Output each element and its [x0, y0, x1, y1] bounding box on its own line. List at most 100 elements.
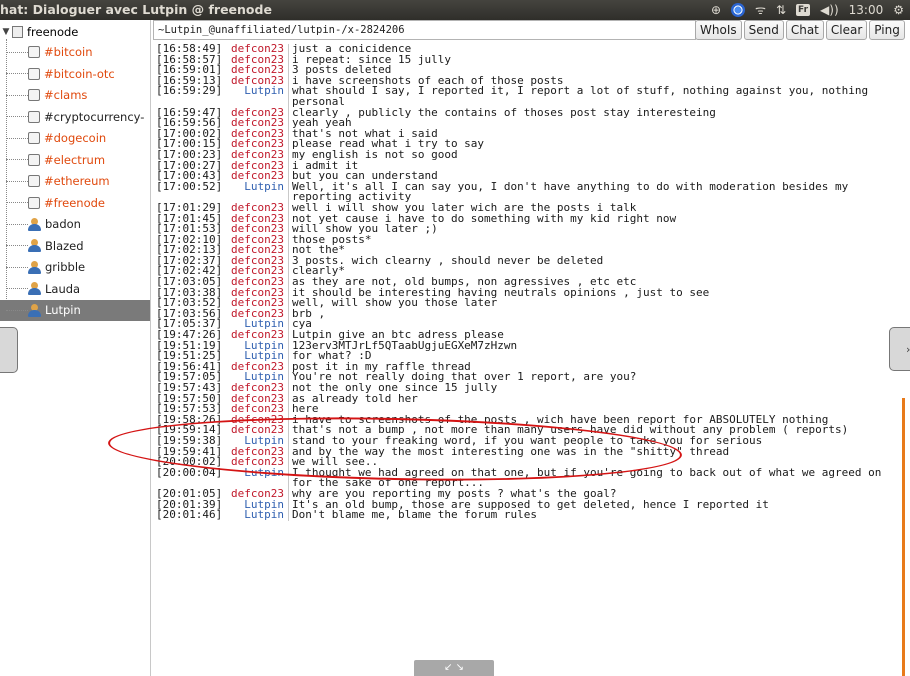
title-bar: hat: Dialoguer avec Lutpin @ freenode ⊕ … — [0, 0, 910, 20]
chat-row: [16:59:29] Lutpin what should I say, I rep… — [156, 84, 892, 108]
message-text: Well, it's all I can say you, I don't ha… — [292, 179, 849, 204]
sidebar-channel[interactable]: #electrum — [0, 149, 150, 170]
network-icon[interactable]: ⊕ — [711, 0, 721, 20]
sidebar-channel[interactable]: #clams — [0, 85, 150, 106]
sidebar-channel[interactable]: #ethereum — [0, 171, 150, 192]
message-text: I thought we had agreed on that one, but… — [292, 465, 882, 490]
channel-icon — [28, 196, 40, 209]
channel-icon — [28, 110, 40, 123]
ping-button[interactable]: Ping — [869, 20, 905, 40]
channel-icon — [28, 46, 40, 58]
tree-connector — [6, 288, 28, 289]
channel-label: #cryptocurrency- — [44, 109, 145, 124]
timestamp: [20:01:46] — [156, 508, 223, 522]
user-label: Lutpin — [45, 303, 81, 317]
topic-field[interactable]: ~Lutpin_@unaffiliated/lutpin-/x-2824206 — [153, 20, 696, 40]
tree-connector — [6, 73, 28, 74]
volume-icon[interactable]: ◀)) — [820, 0, 839, 20]
chrome-icon[interactable] — [731, 3, 745, 17]
channel-label: #ethereum — [44, 174, 110, 188]
sidebar-user[interactable]: Lutpin — [0, 299, 150, 321]
clock[interactable]: 13:00 — [849, 0, 884, 20]
tree-connector — [6, 202, 28, 203]
tree-connector — [6, 51, 28, 53]
nick[interactable]: Lutpin — [229, 181, 289, 203]
user-label: badon — [45, 217, 81, 231]
message-text: and by the way the most interesting one … — [292, 444, 730, 458]
gear-icon[interactable]: ⚙ — [893, 0, 904, 20]
channel-label: #electrum — [44, 152, 106, 167]
message-text: those posts* — [292, 232, 372, 246]
user-label: gribble — [45, 260, 86, 274]
channel-tree: ▼ freenode #bitcoin #bitcoin-otc #clams #cr… — [0, 20, 151, 676]
sidebar-user[interactable]: gribble — [0, 257, 150, 278]
nick[interactable]: Lutpin — [229, 85, 289, 108]
sidebar-user[interactable]: Blazed — [0, 235, 150, 256]
nick[interactable]: Lutpin — [229, 509, 289, 521]
channel-label: #freenode — [44, 195, 106, 210]
sidebar-channel[interactable]: #bitcoin-otc — [0, 63, 150, 84]
tree-connector — [6, 180, 28, 182]
message-text: my english is not so good — [292, 147, 458, 161]
message-text: will show you later ;) — [292, 222, 438, 236]
network-label: freenode — [27, 25, 79, 39]
user-icon — [28, 239, 42, 252]
channel-icon — [28, 175, 40, 187]
left-pane-handle[interactable] — [0, 327, 18, 373]
sidebar-channel[interactable]: #dogecoin — [0, 128, 150, 149]
bottom-overlay-bar[interactable]: ↙ ↘ — [414, 660, 494, 676]
sidebar-user[interactable]: badon — [0, 214, 150, 235]
scrollbar[interactable] — [902, 398, 905, 676]
wifi-icon[interactable]: ᯤ — [755, 0, 766, 20]
tree-connector — [6, 266, 28, 268]
sidebar-channel[interactable]: #cryptocurrency- — [0, 106, 150, 127]
chat-button[interactable]: Chat — [785, 20, 824, 40]
user-icon — [28, 282, 42, 295]
user-icon — [28, 260, 42, 274]
tree-connector — [6, 223, 28, 225]
message-text: 3 posts. wich clearny , should never be … — [292, 253, 604, 267]
chat-row: [17:00:52] Lutpin Well, it's all I can say… — [156, 179, 892, 204]
timestamp: [16:59:29] — [156, 84, 223, 98]
message-text: as already told her — [292, 391, 418, 405]
channel-icon — [28, 153, 40, 166]
expand-arrow-icon[interactable]: ▼ — [0, 27, 12, 37]
system-tray: ⊕ ᯤ ⇅ Fr ◀)) 13:00 ⚙ — [711, 0, 904, 20]
tree-connector — [6, 159, 28, 160]
user-icon — [28, 303, 42, 317]
right-pane-handle[interactable]: › — [889, 327, 910, 371]
channel-icon — [28, 67, 40, 80]
message-text: 123erv3MTJrLf5QTaabUgjuEGXeM7zHzwn — [292, 338, 518, 352]
sidebar-channel[interactable]: #bitcoin — [0, 42, 150, 63]
channel-icon — [28, 132, 40, 144]
channel-icon — [28, 89, 40, 101]
whois-button[interactable]: WhoIs — [695, 20, 742, 40]
message-text: what should I say, I reported it, I repo… — [292, 84, 869, 108]
chat-log[interactable]: [16:58:49] defcon23 just a conicidence [16:… — [156, 44, 892, 676]
chat-row: [20:01:46] Lutpin Don't blame me, blame th… — [156, 508, 892, 522]
tree-connector — [6, 137, 28, 139]
user-label: Blazed — [45, 238, 84, 253]
timestamp: [20:00:04] — [156, 465, 223, 479]
user-action-buttons: WhoIs Send Chat Clear Ping — [695, 20, 905, 40]
window-title: hat: Dialoguer avec Lutpin @ freenode — [0, 2, 272, 17]
channel-label: #bitcoin-otc — [44, 66, 115, 81]
clear-button[interactable]: Clear — [825, 20, 868, 40]
message-text: clearly , publicly the contains of those… — [292, 105, 716, 119]
sidebar-channel[interactable]: #freenode — [0, 192, 150, 213]
channel-label: #bitcoin — [44, 45, 93, 59]
channel-label: #dogecoin — [44, 131, 107, 145]
nick[interactable]: Lutpin — [229, 467, 289, 489]
send-button[interactable]: Send — [743, 20, 784, 40]
channel-label: #clams — [44, 88, 88, 102]
message-text: Don't blame me, blame the forum rules — [292, 508, 538, 522]
message-text: well, will show you those later — [292, 296, 498, 310]
server-icon — [12, 26, 23, 38]
bluetooth-icon[interactable]: ⇅ — [776, 0, 786, 20]
tree-connector — [6, 245, 28, 246]
tree-connector — [6, 116, 28, 117]
keyboard-layout-icon[interactable]: Fr — [796, 4, 811, 16]
network-node[interactable]: ▼ freenode — [0, 23, 79, 41]
chat-row: [20:00:04] Lutpin I thought we had agreed … — [156, 465, 892, 490]
sidebar-user[interactable]: Lauda — [0, 278, 150, 299]
